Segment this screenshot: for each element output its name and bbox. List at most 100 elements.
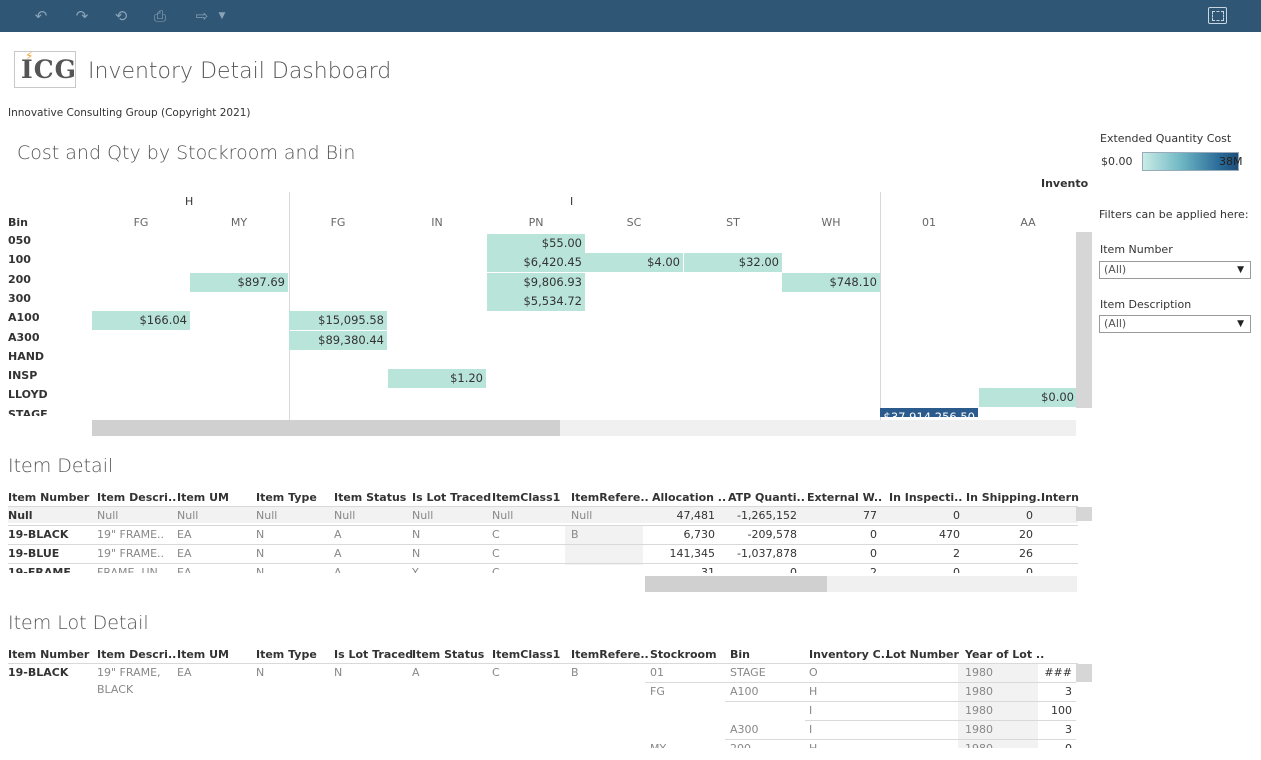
horizontal-scrollbar-thumb[interactable] [92, 420, 560, 436]
heatmap-cell[interactable]: $5,534.72 [487, 291, 585, 311]
legend-min: $0.00 [1101, 155, 1133, 168]
item-detail-hscroll-thumb[interactable] [645, 576, 827, 592]
item-detail-cell: C [492, 547, 500, 560]
item-detail-cell: -1,265,152 [737, 509, 797, 522]
lot-year: 1980 [965, 742, 993, 748]
row-header-a300: A300 [8, 330, 40, 344]
lot-qty: ### [1044, 666, 1072, 679]
item-detail-header: In Shipping.. [966, 491, 1045, 504]
lot-item-desc: 19" FRAME, [97, 666, 161, 679]
lot-row-line [645, 682, 1076, 683]
item-detail-cell: B [571, 528, 579, 541]
heatmap-cell[interactable]: $748.10 [782, 272, 880, 292]
item-detail-cell: 2 [870, 566, 877, 573]
item-detail-cell: 0 [870, 547, 877, 560]
chevron-down-icon: ▼ [1237, 265, 1244, 275]
pause-icon[interactable]: ⎙ [152, 6, 168, 26]
lot-detail-title: Item Lot Detail [8, 612, 149, 634]
column-header-fg: FG [330, 216, 346, 229]
item-detail-cell: Null [256, 509, 278, 522]
logo-text: ICG [21, 55, 77, 84]
lot-inventory-class: I [809, 704, 813, 717]
item-detail-cell: 19" FRAME.. [97, 547, 165, 560]
redo-icon[interactable]: ↷ [74, 6, 90, 26]
item-detail-header: Item UM [177, 491, 229, 504]
lot-stockroom: FG [650, 685, 665, 698]
revert-icon[interactable]: ⟲ [113, 6, 129, 26]
item-detail-cell: 19-BLUE [8, 547, 60, 560]
heatmap-cell[interactable]: $32.00 [684, 253, 782, 273]
lot-item-desc: BLACK [97, 683, 134, 696]
item-detail-cell: Null [177, 509, 199, 522]
column-header-wh: WH [821, 216, 841, 229]
lot-detail-header: ItemRefere.. [571, 648, 649, 661]
heatmap-cell[interactable]: $0.00 [979, 388, 1077, 408]
lot-detail-header: Item Status [412, 648, 485, 661]
lot-detail-header: Bin [730, 648, 750, 661]
item-detail-cell: 19-FRAME [8, 566, 71, 573]
heatmap-title: Cost and Qty by Stockroom and Bin [17, 142, 356, 164]
lot-item-um: EA [177, 666, 192, 679]
item-detail-header: In Inspecti.. [889, 491, 963, 504]
lot-bin: A300 [730, 723, 759, 736]
item-detail-cell: A [334, 547, 342, 560]
lot-detail-vscroll[interactable] [1076, 664, 1092, 682]
item-detail-cell: Null [8, 509, 33, 522]
lot-detail-header: Item Type [256, 648, 317, 661]
item-detail-cell: 0 [870, 528, 877, 541]
item-detail-cell: 141,345 [669, 547, 716, 560]
group-header-h: H [185, 195, 194, 208]
lot-detail-header: Lot Number [886, 648, 959, 661]
lot-detail-header: Stockroom [650, 648, 717, 661]
item-detail-cell: C [492, 528, 500, 541]
heatmap-cell[interactable]: $9,806.93 [487, 272, 585, 292]
lot-year: 1980 [965, 704, 993, 717]
item-detail-cell: 77 [863, 509, 877, 522]
heatmap-cell[interactable]: $37,914,256.50 [880, 407, 978, 417]
lot-bin: STAGE [730, 666, 766, 679]
lot-inventory-class: H [809, 685, 818, 698]
lot-row-line [805, 720, 1076, 721]
heatmap-cell[interactable]: $89,380.44 [289, 330, 387, 350]
lot-stockroom: MY [650, 742, 666, 748]
heatmap-cell[interactable]: $166.04 [92, 311, 190, 331]
item-detail-vscroll[interactable] [1076, 507, 1092, 521]
heatmap-cell[interactable]: $897.69 [190, 272, 288, 292]
vertical-scrollbar-thumb[interactable] [1076, 232, 1092, 408]
undo-icon[interactable]: ↶ [33, 6, 49, 26]
item-detail-cell: Null [334, 509, 356, 522]
lot-year: 1980 [965, 666, 993, 679]
heatmap-cell[interactable]: $15,095.58 [289, 311, 387, 331]
chevron-down-icon[interactable]: ▼ [216, 6, 228, 26]
lot-year: 1980 [965, 723, 993, 736]
item-description-filter-label: Item Description [1100, 298, 1192, 311]
item-detail-cell: 0 [953, 509, 960, 522]
item-detail-header: External W.. [807, 491, 883, 504]
item-detail-cell: 19" FRAME.. [97, 528, 165, 541]
lot-stockroom: 01 [650, 666, 664, 679]
column-header-fg: FG [133, 216, 149, 229]
item-detail-cell: 0 [953, 566, 960, 573]
heatmap-cell[interactable]: $4.00 [585, 253, 683, 273]
heatmap-cell[interactable]: $6,420.45 [487, 253, 585, 273]
item-detail-cell: FRAME, UN.. [97, 566, 165, 573]
column-header-in: IN [431, 216, 443, 229]
item-detail-row-line [8, 544, 1078, 545]
item-number-dropdown[interactable]: (All) ▼ [1099, 261, 1251, 279]
item-detail-header: Item Status [334, 491, 407, 504]
item-detail-cell: 26 [1019, 547, 1033, 560]
item-detail-header: Is Lot Traced [412, 491, 492, 504]
lot-item-status: A [412, 666, 420, 679]
lot-qty: 3 [1065, 685, 1072, 698]
share-icon[interactable]: ⇨ [191, 6, 213, 26]
lot-detail-header: Year of Lot .. [965, 648, 1045, 661]
item-description-dropdown[interactable]: (All) ▼ [1099, 315, 1251, 333]
heatmap-cell[interactable]: $1.20 [388, 369, 486, 389]
heatmap-cell[interactable]: $55.00 [487, 234, 585, 253]
lot-detail-header: ItemClass1 [492, 648, 561, 661]
row-header-200: 200 [8, 272, 31, 286]
fullscreen-icon[interactable] [1208, 7, 1227, 24]
item-detail-cell: EA [177, 547, 192, 560]
lot-bin: A100 [730, 685, 759, 698]
item-detail-cell: 0 [790, 566, 797, 573]
